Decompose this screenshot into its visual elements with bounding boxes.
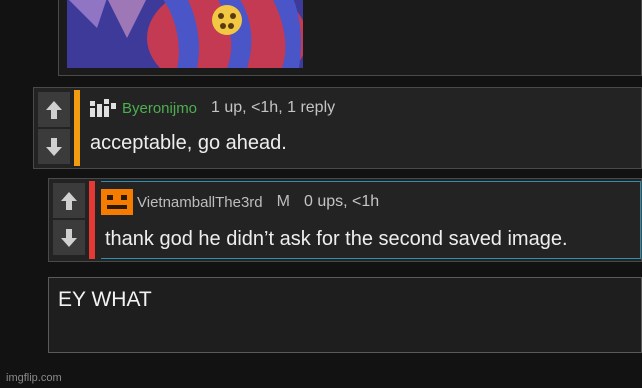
comment-byeronijmo: Byeronijmo 1 up, <1h, 1 reply acceptable… — [33, 87, 642, 169]
comment-body: Byeronijmo 1 up, <1h, 1 reply acceptable… — [86, 88, 641, 168]
reply-input-value: EY WHAT — [58, 288, 152, 311]
username-link[interactable]: VietnamballThe3rd — [137, 194, 263, 211]
comment-meta: VietnamballThe3rd M 0 ups, <1h — [101, 188, 379, 216]
comment-accent-bar — [89, 181, 95, 259]
avatar[interactable] — [101, 189, 133, 215]
arrow-down-icon — [61, 228, 77, 247]
arrow-up-icon — [46, 100, 62, 119]
avatar[interactable] — [86, 95, 118, 121]
downvote-button[interactable] — [38, 129, 70, 164]
upvote-button[interactable] — [53, 183, 85, 218]
arrow-down-icon — [46, 137, 62, 156]
comment-stats: 0 ups, <1h — [303, 193, 380, 210]
downvote-button[interactable] — [53, 220, 85, 255]
mod-badge: M — [276, 193, 290, 210]
comment-body: VietnamballThe3rd M 0 ups, <1h thank god… — [101, 181, 641, 259]
watermark: imgflip.com — [6, 372, 62, 384]
vote-controls — [53, 183, 85, 255]
comment-text: thank god he didn’t ask for the second s… — [105, 228, 568, 250]
comment-text: acceptable, go ahead. — [90, 132, 287, 154]
arrow-up-icon — [61, 191, 77, 210]
image-post-card — [58, 0, 642, 76]
reply-textarea[interactable]: EY WHAT — [48, 277, 642, 353]
upvote-button[interactable] — [38, 92, 70, 127]
vote-controls — [38, 92, 70, 164]
comment-meta: Byeronijmo 1 up, <1h, 1 reply — [86, 94, 335, 122]
comment-vietnamball: VietnamballThe3rd M 0 ups, <1h thank god… — [48, 178, 642, 262]
meme-image[interactable] — [67, 0, 303, 68]
username-link[interactable]: Byeronijmo — [122, 100, 197, 117]
comment-stats: 1 up, <1h, 1 reply — [211, 99, 336, 116]
comment-accent-bar — [74, 90, 80, 166]
image-illustration-icon — [67, 0, 303, 68]
